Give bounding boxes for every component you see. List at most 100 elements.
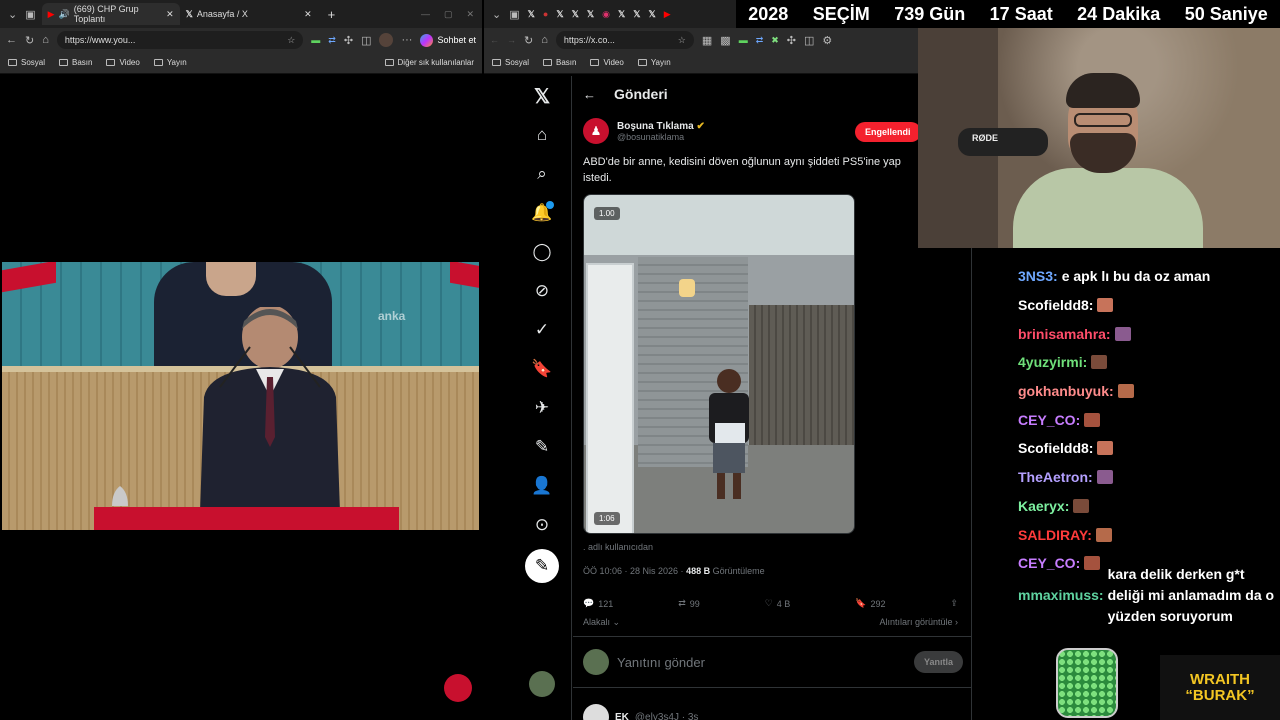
bookmark-folder[interactable]: Video (590, 58, 624, 67)
messages-icon[interactable]: ◯ (530, 240, 554, 264)
chat-username[interactable]: brinisamahra: (1018, 326, 1111, 342)
playback-speed-badge[interactable]: 1.00 (594, 207, 620, 220)
url-field[interactable]: https://x.co... ☆ (555, 31, 694, 49)
profile-icon[interactable]: 👤 (530, 474, 554, 498)
close-tab-icon[interactable]: ✕ (304, 9, 312, 20)
extension-icon[interactable]: ▬ (739, 35, 748, 45)
search-icon[interactable]: ⌕ (530, 162, 554, 186)
share-action[interactable]: ⇪ (950, 598, 958, 609)
home-icon[interactable]: ⌂ (530, 123, 554, 147)
x-tab-icon[interactable]: 𝕏 (572, 9, 579, 20)
chat-username[interactable]: CEY_CO: (1018, 412, 1080, 428)
more-circle-icon[interactable]: ⊙ (530, 513, 554, 537)
translate-icon[interactable]: ⇄ (756, 35, 764, 46)
extension-icon[interactable]: ▦ (702, 34, 712, 47)
profile-avatar[interactable] (379, 33, 394, 47)
tab-list-icon[interactable]: ⌄ (8, 8, 17, 21)
back-icon[interactable]: ← (6, 34, 17, 46)
reload-icon[interactable]: ↻ (25, 34, 34, 47)
home-icon[interactable]: ⌂ (42, 34, 49, 46)
chat-username[interactable]: gokhanbuyuk: (1018, 383, 1114, 399)
back-icon[interactable]: ← (490, 35, 499, 45)
bookmark-folder[interactable]: Yayın (153, 58, 187, 67)
post-video[interactable]: 1.00 1:06 (583, 194, 855, 534)
chat-username[interactable]: mmaximuss: (1018, 585, 1104, 606)
maximize-icon[interactable]: ▢ (444, 9, 453, 20)
chat-username[interactable]: Scofieldd8: (1018, 297, 1093, 313)
verified-icon[interactable]: ✓ (530, 318, 554, 342)
home-icon[interactable]: ⌂ (541, 34, 548, 46)
back-arrow-icon[interactable]: ← (583, 87, 596, 102)
tab-youtube[interactable]: ▶ 🔊 (669) CHP Grup Toplantı ✕ (41, 3, 180, 25)
grok-icon[interactable]: ⊘ (530, 279, 554, 303)
favorite-star-icon[interactable]: ☆ (287, 35, 295, 46)
split-screen-icon[interactable]: ◫ (361, 34, 371, 47)
extension-icon[interactable]: ▩ (720, 34, 730, 47)
extensions-icon[interactable]: ✣ (787, 34, 796, 47)
workspaces-icon[interactable]: ▣ (25, 8, 35, 21)
reply-input[interactable]: Yanıtını gönder (617, 655, 705, 670)
translate-icon[interactable]: ⇄ (328, 35, 336, 46)
split-screen-icon[interactable]: ◫ (804, 34, 814, 47)
instagram-tab-icon[interactable]: ◉ (602, 9, 610, 20)
author-avatar[interactable]: ♟ (583, 118, 609, 144)
author-handle[interactable]: @bosunatiklama (617, 132, 705, 142)
forward-icon[interactable]: → (507, 35, 516, 45)
extension-icon[interactable]: ✖ (771, 35, 779, 46)
x-tab-icon[interactable]: 𝕏 (587, 9, 594, 20)
view-quotes-link[interactable]: Alıntıları görüntüle › (879, 617, 958, 628)
like-action[interactable]: ♡ 4 B (765, 598, 791, 609)
reply-action[interactable]: 💬 121 (583, 598, 613, 609)
compose-post-button[interactable]: ✎ (525, 549, 559, 583)
speaker-icon[interactable]: 🔊 (59, 9, 70, 20)
tab-list-icon[interactable]: ⌄ (492, 8, 501, 21)
chat-username[interactable]: SALDIRAY: (1018, 527, 1092, 543)
minimize-icon[interactable]: — (421, 9, 430, 19)
chat-username[interactable]: 4yuzyirmi: (1018, 354, 1087, 370)
favorite-star-icon[interactable]: ☆ (678, 35, 686, 46)
new-tab-button[interactable]: + (328, 7, 336, 22)
extensions-icon[interactable]: ✣ (344, 34, 353, 47)
blocked-button[interactable]: Engellendi (855, 122, 921, 142)
bookmark-action[interactable]: 🔖 292 (855, 598, 885, 609)
bookmark-folder[interactable]: Video (106, 58, 140, 67)
other-bookmarks-folder[interactable]: Diğer sık kullanılanlar (384, 58, 474, 67)
youtube-tab-icon[interactable]: ▶ (664, 9, 671, 20)
bookmark-folder[interactable]: Basın (59, 58, 92, 67)
tab-icon[interactable]: ● (543, 9, 548, 19)
chat-username[interactable]: 3NS3: (1018, 268, 1058, 284)
reply-author[interactable]: EK (615, 712, 629, 720)
bookmark-folder[interactable]: Sosyal (492, 58, 529, 67)
reload-icon[interactable]: ↻ (524, 34, 533, 47)
chat-username[interactable]: CEY_CO: (1018, 555, 1080, 571)
reply-avatar[interactable] (583, 704, 609, 720)
edit-list-icon[interactable]: ✎ (530, 435, 554, 459)
chat-username[interactable]: Kaeryx: (1018, 498, 1069, 514)
x-tab-icon[interactable]: 𝕏 (649, 9, 656, 20)
x-tab-icon[interactable]: 𝕏 (633, 9, 640, 20)
chat-username[interactable]: TheAetron: (1018, 469, 1093, 485)
bookmark-folder[interactable]: Yayın (637, 58, 671, 67)
x-tab-icon[interactable]: 𝕏 (556, 9, 563, 20)
reply-button[interactable]: Yanıtla (913, 651, 963, 673)
x-tab-icon[interactable]: 𝕏 (618, 9, 625, 20)
x-logo-icon[interactable]: 𝕏 (530, 84, 554, 108)
close-window-icon[interactable]: ✕ (466, 9, 474, 20)
relevant-sort-dropdown[interactable]: Alakalı ⌄ (583, 617, 620, 628)
notifications-icon[interactable]: 🔔 (530, 201, 554, 225)
bookmark-folder[interactable]: Basın (543, 58, 576, 67)
youtube-video-player[interactable]: anka (2, 262, 479, 530)
workspaces-icon[interactable]: ▣ (509, 8, 519, 21)
more-menu-icon[interactable]: ··· (401, 34, 412, 46)
tab-x-home[interactable]: 𝕏 Anasayfa / X ✕ (180, 3, 318, 25)
settings-icon[interactable]: ⚙ (822, 34, 832, 47)
x-tab-icon[interactable]: 𝕏 (528, 9, 535, 20)
author-name[interactable]: Boşuna Tıklama ✔ (617, 121, 705, 132)
account-avatar[interactable] (529, 671, 555, 697)
close-tab-icon[interactable]: ✕ (166, 9, 174, 20)
chat-username[interactable]: Scofieldd8: (1018, 440, 1093, 456)
extension-icon[interactable]: ▬ (311, 35, 320, 45)
bookmark-icon[interactable]: 🔖 (530, 357, 554, 381)
repost-action[interactable]: ⇄ 99 (678, 598, 700, 609)
bookmark-folder[interactable]: Sosyal (8, 58, 45, 67)
